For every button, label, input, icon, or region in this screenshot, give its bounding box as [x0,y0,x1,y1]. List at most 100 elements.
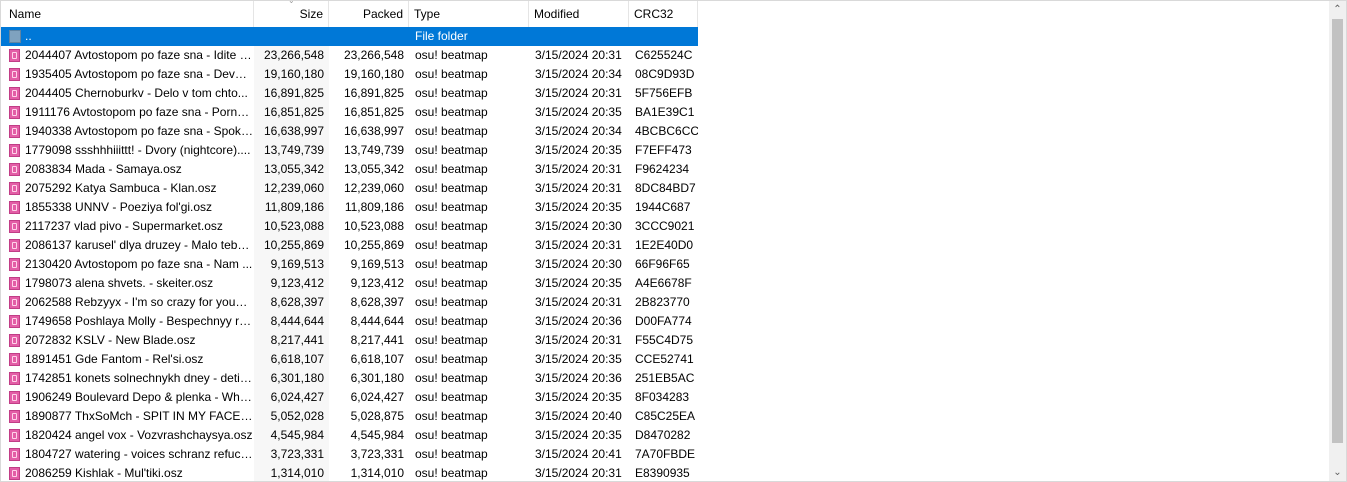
file-type: osu! beatmap [415,86,488,100]
file-name-cell: 1890877 ThxSoMch - SPIT IN MY FACE!.osz [1,407,254,426]
osz-file-icon [9,49,20,62]
file-row[interactable]: 2075292 Katya Sambuca - Klan.osz 12,239,0… [1,179,698,198]
file-row[interactable]: 1820424 angel vox - Vozvrashchaysya.osz 4… [1,426,698,445]
file-name: 1855338 UNNV - Poeziya fol'gi.osz [25,200,213,214]
file-modified: 3/15/2024 20:35 [535,143,622,157]
osz-file-icon [9,277,20,290]
file-row[interactable]: 1804727 watering - voices schranz refuck… [1,445,698,464]
file-modified: 3/15/2024 20:35 [535,352,622,366]
file-name-cell: 1906249 Boulevard Depo & plenka - Whit..… [1,388,254,407]
file-type: osu! beatmap [415,257,488,271]
file-row[interactable]: 1911176 Avtostopom po faze sna - Porno..… [1,103,698,122]
file-name: 1798073 alena shvets. - skeiter.osz [25,276,214,290]
file-packed-size: 6,618,107 [350,352,404,366]
file-crc32: E8390935 [635,466,690,480]
file-packed-size: 10,523,088 [343,219,404,233]
file-row[interactable]: 1749658 Poshlaya Molly - Bespechnyy ryt.… [1,312,698,331]
file-row[interactable]: 2083834 Mada - Samaya.osz 13,055,342 13,05… [1,160,698,179]
file-name: 2130420 Avtostopom po faze sna - Nam ... [25,257,253,271]
file-crc32: 1944C687 [635,200,691,214]
file-name: 1749658 Poshlaya Molly - Bespechnyy ryt.… [25,314,253,328]
file-size: 13,055,342 [263,162,324,176]
parent-folder-name-cell: .. [1,27,254,46]
file-name-cell: 1742851 konets solnechnykh dney - deti .… [1,369,254,388]
parent-folder-row[interactable]: .. File folder [1,27,698,46]
file-row[interactable]: 2044407 Avtostopom po faze sna - Idite n… [1,46,698,65]
file-row[interactable]: 1890877 ThxSoMch - SPIT IN MY FACE!.osz 5… [1,407,698,426]
file-row[interactable]: 1940338 Avtostopom po faze sna - Spoko..… [1,122,698,141]
column-header-size[interactable]: ⌄ Size [254,1,329,27]
osz-file-icon [9,68,20,81]
file-row[interactable]: 1855338 UNNV - Poeziya fol'gi.osz 11,809,… [1,198,698,217]
file-type: osu! beatmap [415,314,488,328]
osz-file-icon [9,410,20,423]
scrollbar-thumb[interactable] [1332,19,1343,443]
file-modified: 3/15/2024 20:31 [535,48,622,62]
scroll-up-icon[interactable]: ⌃ [1329,1,1346,18]
file-crc32: C85C25EA [635,409,696,423]
file-crc32: CCE52741 [635,352,694,366]
osz-file-icon [9,106,20,119]
file-row[interactable]: 2072832 KSLV - New Blade.osz 8,217,441 8,2… [1,331,698,350]
file-type: osu! beatmap [415,447,488,461]
file-type: osu! beatmap [415,333,488,347]
file-name-cell: 2075292 Katya Sambuca - Klan.osz [1,179,254,198]
file-size: 4,545,984 [270,428,324,442]
osz-file-icon [9,182,20,195]
file-name-cell: 2044407 Avtostopom po faze sna - Idite n… [1,46,254,65]
file-type: osu! beatmap [415,200,488,214]
column-header-crc32[interactable]: CRC32 [629,1,698,27]
osz-file-icon [9,144,20,157]
file-name: 2083834 Mada - Samaya.osz [25,162,182,176]
file-row[interactable]: 2044405 Chernoburkv - Delo v tom chto...… [1,84,698,103]
column-header-type[interactable]: Type [409,1,529,27]
file-crc32: 2B823770 [635,295,690,309]
osz-file-icon [9,296,20,309]
file-packed-size: 9,169,513 [350,257,404,271]
osz-file-icon [9,239,20,252]
file-row[interactable]: 1779098 ssshhhiiittt! - Dvory (nightcore… [1,141,698,160]
osz-file-icon [9,87,20,100]
file-modified: 3/15/2024 20:31 [535,181,622,195]
file-modified: 3/15/2024 20:35 [535,428,622,442]
file-list-window: Name ⌄ ⌄ Size Packed Type Modified CRC32… [0,0,1347,482]
file-name-cell: 1940338 Avtostopom po faze sna - Spoko..… [1,122,254,141]
scroll-down-icon[interactable]: ⌄ [1329,464,1346,481]
file-crc32: D8470282 [635,428,691,442]
file-row[interactable]: 2062588 Rebzyyx - I'm so crazy for youuu… [1,293,698,312]
file-name: 1890877 ThxSoMch - SPIT IN MY FACE!.osz [25,409,253,423]
column-header-modified-label: Modified [534,7,580,21]
file-row[interactable]: 1906249 Boulevard Depo & plenka - Whit..… [1,388,698,407]
file-modified: 3/15/2024 20:30 [535,219,622,233]
vertical-scrollbar[interactable]: ⌃ ⌄ [1329,1,1346,481]
file-name: 1940338 Avtostopom po faze sna - Spoko..… [25,124,253,138]
file-row[interactable]: 1798073 alena shvets. - skeiter.osz 9,123… [1,274,698,293]
osz-file-icon [9,467,20,480]
file-modified: 3/15/2024 20:31 [535,295,622,309]
file-name: 1820424 angel vox - Vozvrashchaysya.osz [25,428,253,442]
file-type: osu! beatmap [415,219,488,233]
file-row[interactable]: 1891451 Gde Fantom - Rel'si.osz 6,618,107… [1,350,698,369]
file-size: 12,239,060 [263,181,324,195]
osz-file-icon [9,429,20,442]
column-header-name[interactable]: Name ⌄ [1,1,254,27]
file-packed-size: 11,809,186 [344,200,404,214]
osz-file-icon [9,448,20,461]
column-header-packed[interactable]: Packed [329,1,409,27]
file-row[interactable]: 1742851 konets solnechnykh dney - deti .… [1,369,698,388]
file-row[interactable]: 1935405 Avtostopom po faze sna - Devoc..… [1,65,698,84]
column-header-bar: Name ⌄ ⌄ Size Packed Type Modified CRC32 [1,1,1329,27]
file-size: 1,314,010 [270,466,324,480]
file-size: 19,160,180 [263,67,324,81]
file-crc32: 3CCC9021 [635,219,695,233]
file-row[interactable]: 2130420 Avtostopom po faze sna - Nam ...… [1,255,698,274]
file-name: 1779098 ssshhhiiittt! - Dvory (nightcore… [25,143,251,157]
column-header-modified[interactable]: Modified [529,1,629,27]
file-row[interactable]: 2117237 vlad pivo - Supermarket.osz 10,52… [1,217,698,236]
file-row[interactable]: 2086137 karusel' dlya druzey - Malo teby… [1,236,698,255]
file-size: 6,301,180 [270,371,324,385]
file-row[interactable]: 2086259 Kishlak - Mul'tiki.osz 1,314,010 1… [1,464,698,481]
file-name: 1906249 Boulevard Depo & plenka - Whit..… [25,390,253,404]
file-type: osu! beatmap [415,105,488,119]
file-size: 23,266,548 [263,48,324,62]
